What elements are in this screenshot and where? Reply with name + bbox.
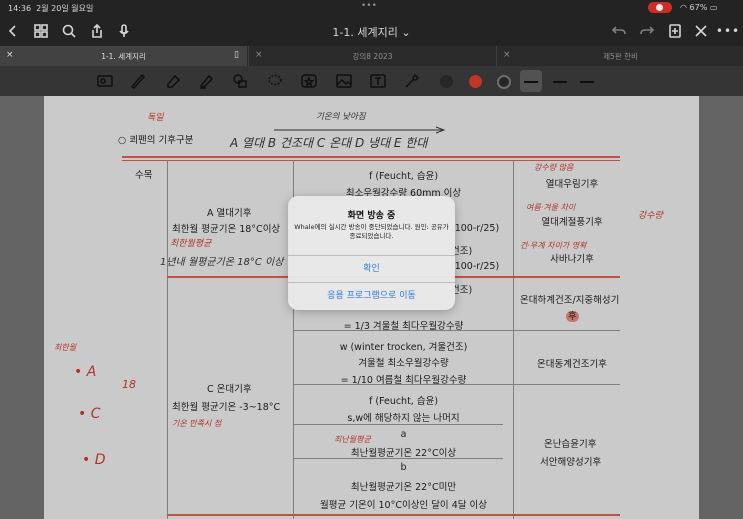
broadcast-alert: 화면 방송 중 Whale에의 실시간 방송이 중단되었습니다. 원인: 공유가…: [288, 196, 455, 310]
confirm-button[interactable]: 확인: [288, 256, 455, 282]
alert-title: 화면 방송 중: [347, 211, 396, 221]
go-to-app-button[interactable]: 응용 프로그램으로 이동: [288, 283, 455, 309]
alert-message: Whale에의 실시간 방송이 중단되었습니다. 원인: 공유가 종료되었습니다…: [294, 223, 449, 240]
